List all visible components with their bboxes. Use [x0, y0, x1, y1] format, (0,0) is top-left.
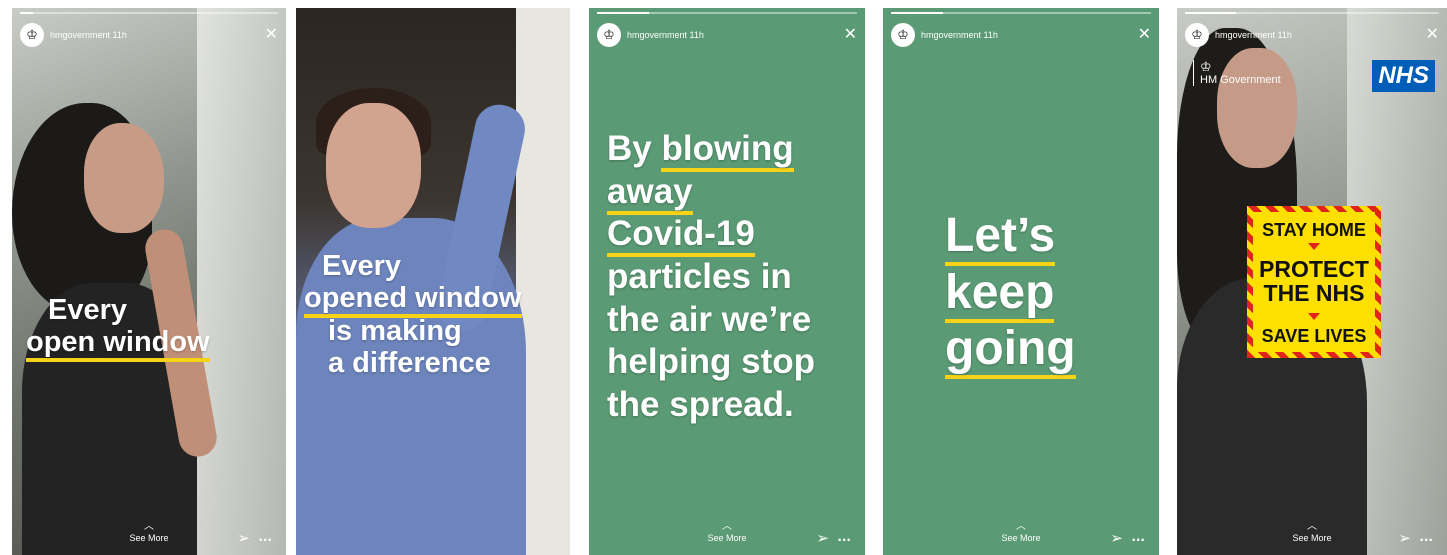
close-icon[interactable]: ✕: [265, 24, 278, 43]
photo-window: [197, 8, 286, 555]
crest-icon: ♔: [603, 27, 615, 43]
headline-line: By blowing: [607, 128, 815, 172]
progress-fill: [891, 12, 943, 14]
avatar[interactable]: ♔: [20, 23, 44, 47]
badge-line: PROTECT: [1259, 256, 1369, 282]
story-4[interactable]: ♔ hmgovernment 11h ✕ Let’s keep going ︿ S…: [883, 8, 1159, 555]
badge-line: STAY HOME: [1262, 220, 1366, 240]
account-handle[interactable]: hmgovernment 11h: [921, 30, 998, 40]
send-icon[interactable]: ➢: [1110, 529, 1123, 547]
progress-fill: [1185, 12, 1236, 14]
headline-line: open window: [26, 326, 210, 363]
headline-line: the air we’re: [607, 299, 812, 339]
crest-icon: ♔: [1200, 59, 1212, 74]
photo-woman-face: [326, 103, 421, 228]
headline: By blowing away Covid-19 particles in th…: [607, 128, 815, 427]
account-handle[interactable]: hmgovernment 11h: [627, 30, 704, 40]
story-3[interactable]: ♔ hmgovernment 11h ✕ By blowing away Cov…: [589, 8, 865, 555]
badge-headline: PROTECT THE NHS: [1253, 257, 1375, 305]
close-icon[interactable]: ✕: [1426, 24, 1439, 43]
headline-line: the spread.: [607, 385, 794, 425]
send-icon[interactable]: ➢: [816, 529, 829, 547]
progress-bar: [891, 12, 1151, 14]
stay-home-badge: STAY HOME PROTECT THE NHS SAVE LIVES: [1247, 206, 1381, 358]
close-icon[interactable]: ✕: [1138, 24, 1151, 43]
more-icon[interactable]: ···: [1419, 533, 1433, 547]
account-handle[interactable]: hmgovernment 11h: [1215, 30, 1292, 40]
headline-line: Every: [48, 294, 128, 326]
headline: Let’s keep going: [945, 208, 1076, 380]
send-icon[interactable]: ➢: [237, 529, 250, 547]
story-5[interactable]: ♔ hmgovernment 11h ✕ ♔ HM Government NHS…: [1177, 8, 1447, 555]
story-1[interactable]: ♔ hmgovernment 11h ✕ Every open window ︿…: [12, 8, 286, 555]
headline-line: helping stop: [607, 342, 816, 382]
nhs-logo: NHS: [1372, 60, 1435, 92]
progress-bar: [1185, 12, 1439, 14]
headline-line: opened window: [304, 282, 522, 319]
headline-line: Every: [322, 250, 402, 282]
more-icon[interactable]: ···: [258, 533, 272, 547]
headline-underline: blowing: [661, 129, 794, 172]
crest-icon: ♔: [897, 27, 909, 43]
send-icon[interactable]: ➢: [1398, 529, 1411, 547]
headline-line: Covid-19: [607, 214, 755, 258]
avatar[interactable]: ♔: [1185, 23, 1209, 47]
hm-government-logo: ♔ HM Government: [1193, 60, 1281, 86]
triangle-down-icon: [1308, 313, 1320, 320]
progress-fill: [20, 12, 33, 14]
progress-bar: [20, 12, 278, 14]
headline-line: away: [607, 171, 693, 215]
headline-line: is making: [328, 314, 462, 347]
headline-line: particles in: [607, 257, 792, 297]
hm-government-text: HM Government: [1200, 74, 1281, 86]
avatar[interactable]: ♔: [891, 23, 915, 47]
account-handle[interactable]: hmgovernment 11h: [50, 30, 127, 40]
story-2[interactable]: Every opened window is making a differen…: [296, 8, 570, 555]
progress-bar: [597, 12, 857, 14]
headline: Every open window: [26, 294, 210, 363]
close-icon[interactable]: ✕: [844, 24, 857, 43]
headline-line: a difference: [328, 347, 491, 380]
story-header: ♔ hmgovernment 11h ✕: [891, 22, 1151, 48]
story-header: ♔ hmgovernment 11h ✕: [20, 22, 278, 48]
photo-woman-face: [84, 123, 164, 233]
story-header: ♔ hmgovernment 11h ✕: [1185, 22, 1439, 48]
story-header: ♔ hmgovernment 11h ✕: [597, 22, 857, 48]
headline: Every opened window is making a differen…: [304, 250, 522, 380]
headline-line: Let’s: [945, 209, 1056, 266]
badge-line: SAVE LIVES: [1261, 326, 1367, 346]
avatar[interactable]: ♔: [597, 23, 621, 47]
crest-icon: ♔: [1191, 27, 1203, 43]
headline-line: keep: [945, 265, 1055, 323]
crest-icon: ♔: [26, 27, 38, 43]
headline-line: going: [945, 322, 1076, 380]
more-icon[interactable]: ···: [1131, 533, 1145, 547]
triangle-down-icon: [1308, 243, 1320, 250]
progress-fill: [597, 12, 649, 14]
badge-line: THE NHS: [1263, 280, 1365, 307]
more-icon[interactable]: ···: [837, 533, 851, 547]
